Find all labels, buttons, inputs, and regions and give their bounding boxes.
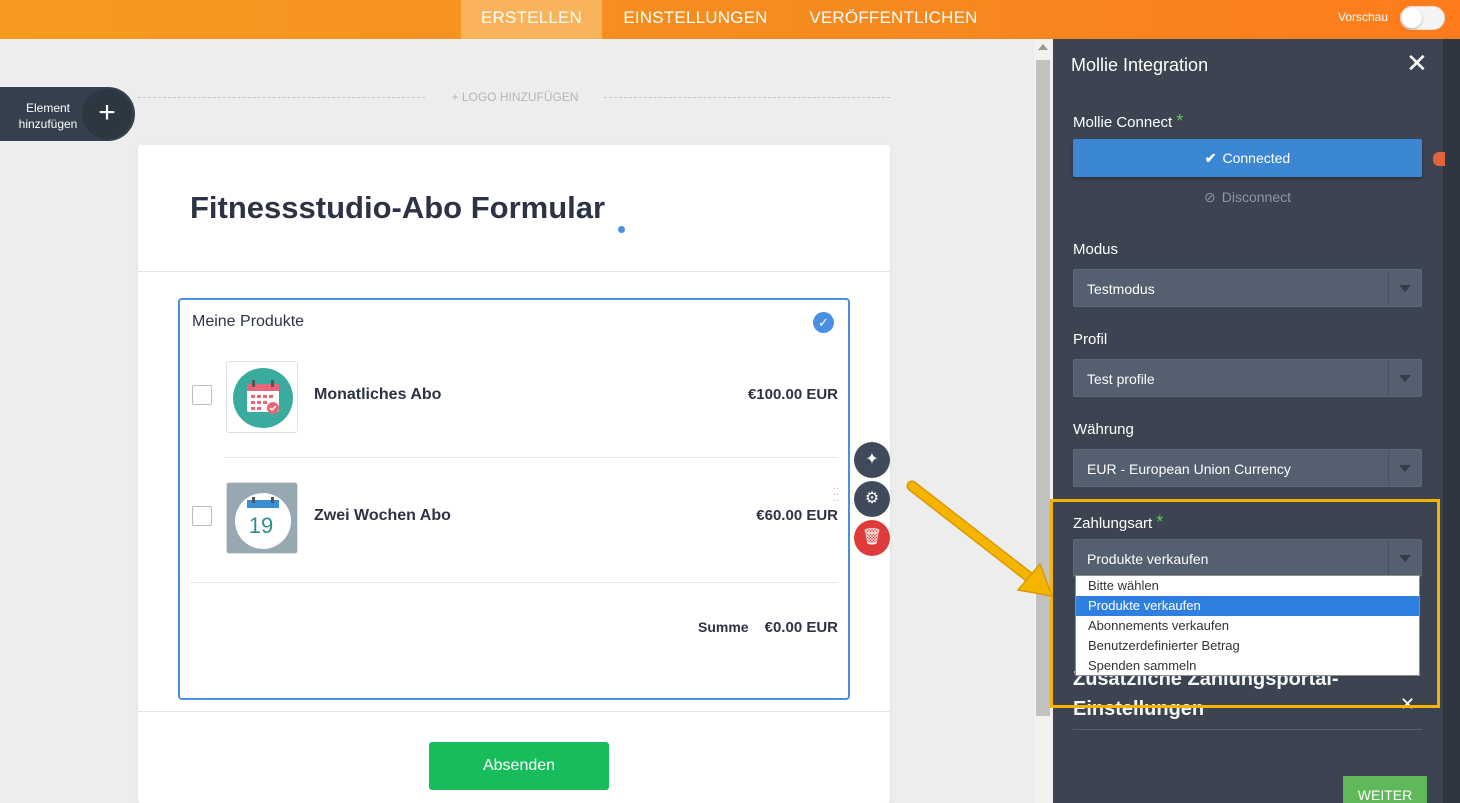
logo-dashed-line bbox=[138, 97, 425, 98]
product-price: €100.00 EUR bbox=[747, 386, 838, 403]
annotation-highlight-box bbox=[1050, 499, 1440, 708]
sum-value: €0.00 EUR bbox=[764, 619, 838, 636]
chevron-down-icon bbox=[1399, 285, 1411, 292]
title-edit-dot bbox=[618, 226, 625, 233]
product-checkbox[interactable] bbox=[192, 506, 212, 526]
mode-value: Testmodus bbox=[1087, 281, 1155, 297]
tab-veroeffentlichen[interactable]: VERÖFFENTLICHEN bbox=[801, 0, 986, 39]
panel-title: Mollie Integration bbox=[1071, 55, 1209, 75]
mollie-connect-label: Mollie Connect * bbox=[1073, 111, 1184, 131]
calendar-icon bbox=[233, 368, 293, 428]
profile-value: Test profile bbox=[1087, 371, 1155, 387]
annotation-arrow-icon bbox=[906, 480, 1054, 597]
product-name: Monatliches Abo bbox=[314, 386, 442, 403]
scroll-up-arrow-icon[interactable] bbox=[1038, 44, 1048, 50]
preview-label: Vorschau bbox=[1338, 10, 1389, 24]
tab-erstellen[interactable]: ERSTELLEN bbox=[461, 0, 602, 39]
currency-value: EUR - European Union Currency bbox=[1087, 461, 1291, 477]
toggle-knob bbox=[1402, 8, 1422, 28]
currency-label: Währung bbox=[1073, 421, 1134, 438]
chevron-down-icon bbox=[1399, 375, 1411, 382]
product-name: Zwei Wochen Abo bbox=[314, 507, 451, 524]
divider bbox=[138, 271, 890, 272]
mode-label: Modus bbox=[1073, 241, 1119, 258]
check-icon: ✓ bbox=[813, 312, 834, 333]
checkmark-icon: ✔ bbox=[1204, 150, 1217, 166]
product-checkbox[interactable] bbox=[192, 385, 212, 405]
notification-dot[interactable] bbox=[1433, 152, 1445, 166]
preview-toggle[interactable] bbox=[1400, 6, 1445, 30]
product-price: €60.00 EUR bbox=[756, 507, 838, 524]
disconnect-link[interactable]: ⊘ Disconnect bbox=[1073, 189, 1422, 206]
unlink-icon: ⊘ bbox=[1204, 189, 1216, 205]
form-title[interactable]: Fitnessstudio-Abo Formular bbox=[190, 190, 605, 226]
product-image bbox=[226, 361, 298, 433]
tab-einstellungen[interactable]: EINSTELLUNGEN bbox=[614, 0, 777, 39]
select-caret[interactable] bbox=[1388, 450, 1421, 486]
product-divider bbox=[190, 582, 838, 583]
connected-label: Connected bbox=[1222, 150, 1291, 166]
currency-select[interactable]: EUR - European Union Currency bbox=[1073, 449, 1422, 487]
connected-button[interactable]: ✔ Connected bbox=[1073, 139, 1422, 177]
product-list-heading: Meine Produkte bbox=[192, 313, 305, 330]
calendar-19-icon: 19 bbox=[235, 493, 291, 549]
trash-icon[interactable]: 🗑 bbox=[854, 520, 890, 556]
svg-text:19: 19 bbox=[249, 513, 273, 538]
close-icon[interactable]: ✕ bbox=[1406, 50, 1428, 76]
divider bbox=[138, 711, 890, 712]
scrollbar-thumb[interactable] bbox=[1036, 60, 1050, 716]
drag-handle-icon[interactable]: ⁚⁚ ⁚⁚ bbox=[833, 488, 843, 504]
select-caret[interactable] bbox=[1388, 270, 1421, 306]
profile-select[interactable]: Test profile bbox=[1073, 359, 1422, 397]
required-mark: * bbox=[1176, 111, 1184, 131]
section-divider bbox=[1073, 729, 1422, 730]
select-caret[interactable] bbox=[1388, 360, 1421, 396]
gear-icon[interactable]: ⚙ bbox=[854, 481, 890, 517]
add-logo-link[interactable]: + LOGO HINZUFÜGEN bbox=[430, 90, 600, 104]
submit-button[interactable]: Absenden bbox=[429, 742, 609, 790]
product-image: 19 bbox=[226, 482, 298, 554]
profile-label: Profil bbox=[1073, 331, 1108, 348]
logo-dashed-line bbox=[604, 97, 890, 98]
plus-icon[interactable]: + bbox=[82, 89, 132, 139]
product-divider bbox=[224, 457, 838, 458]
next-button[interactable]: WEITER bbox=[1343, 776, 1427, 803]
add-element-label[interactable]: Element hinzufügen bbox=[8, 100, 88, 132]
magic-wand-icon[interactable]: ✦ bbox=[854, 442, 890, 478]
mode-select[interactable]: Testmodus bbox=[1073, 269, 1422, 307]
chevron-down-icon bbox=[1399, 465, 1411, 472]
panel-edge bbox=[1443, 39, 1460, 803]
